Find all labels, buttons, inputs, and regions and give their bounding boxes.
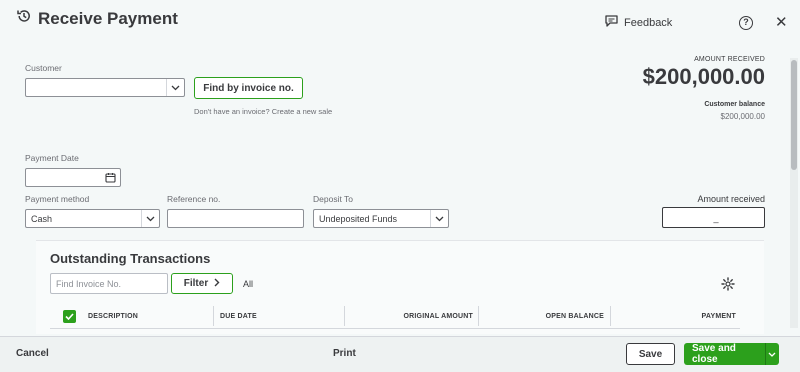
payment-date-label: Payment Date bbox=[25, 153, 79, 163]
chevron-down-icon[interactable] bbox=[430, 210, 448, 227]
column-header-due-date[interactable]: DUE DATE bbox=[220, 313, 257, 320]
amount-received-value: _ bbox=[713, 212, 719, 223]
gear-icon[interactable] bbox=[721, 277, 735, 296]
payment-method-value: Cash bbox=[31, 213, 53, 224]
amount-received-label: Amount received bbox=[697, 194, 765, 204]
customer-label: Customer bbox=[25, 63, 62, 73]
customer-balance-value: $200,000.00 bbox=[720, 112, 766, 121]
create-sale-hint[interactable]: Don't have an invoice? Create a new sale bbox=[194, 107, 332, 116]
scrollbar-thumb[interactable] bbox=[791, 60, 797, 170]
save-and-close-label[interactable]: Save and close bbox=[684, 343, 765, 365]
deposit-to-select[interactable]: Undeposited Funds bbox=[313, 209, 449, 228]
history-icon[interactable] bbox=[16, 8, 32, 29]
payment-date-input[interactable] bbox=[25, 168, 121, 187]
payment-method-select[interactable]: Cash bbox=[25, 209, 160, 228]
save-and-close-button[interactable]: Save and close bbox=[684, 343, 779, 365]
column-header-payment[interactable]: PAYMENT bbox=[620, 313, 736, 320]
invoice-search-input[interactable]: Find Invoice No. bbox=[50, 273, 168, 294]
footer-bar bbox=[0, 336, 800, 372]
chevron-down-icon[interactable] bbox=[141, 210, 159, 227]
find-by-invoice-button[interactable]: Find by invoice no. bbox=[194, 77, 303, 99]
outstanding-transactions-title: Outstanding Transactions bbox=[50, 251, 211, 266]
chevron-right-icon bbox=[214, 278, 220, 290]
column-header-open-balance[interactable]: OPEN BALANCE bbox=[490, 313, 604, 320]
filter-button[interactable]: Filter bbox=[171, 273, 233, 294]
chevron-down-icon[interactable] bbox=[764, 343, 779, 365]
chat-bubble-icon bbox=[605, 15, 618, 30]
page-header: Receive Payment bbox=[16, 8, 178, 29]
page-title: Receive Payment bbox=[38, 8, 178, 28]
column-divider bbox=[344, 306, 345, 326]
chevron-down-icon[interactable] bbox=[166, 79, 184, 96]
amount-received-input[interactable]: _ bbox=[662, 207, 765, 228]
deposit-to-value: Undeposited Funds bbox=[319, 213, 398, 224]
column-divider bbox=[610, 306, 611, 326]
reference-input[interactable] bbox=[167, 209, 304, 228]
payment-method-label: Payment method bbox=[25, 194, 90, 204]
deposit-to-label: Deposit To bbox=[313, 194, 354, 204]
filter-label: Filter bbox=[183, 278, 209, 289]
customer-select[interactable] bbox=[25, 78, 185, 97]
cancel-button[interactable]: Cancel bbox=[16, 348, 49, 359]
column-header-description[interactable]: DESCRIPTION bbox=[88, 313, 138, 320]
column-header-original-amount[interactable]: ORIGINAL AMOUNT bbox=[360, 313, 473, 320]
reference-label: Reference no. bbox=[167, 194, 221, 204]
feedback-label: Feedback bbox=[624, 16, 673, 29]
amount-received-summary-label: AMOUNT RECEIVED bbox=[694, 56, 765, 63]
help-icon[interactable]: ? bbox=[739, 16, 753, 30]
save-button[interactable]: Save bbox=[626, 343, 675, 365]
column-divider bbox=[478, 306, 479, 326]
column-divider bbox=[213, 306, 214, 326]
select-all-checkbox[interactable] bbox=[63, 310, 76, 323]
amount-received-total: $200,000.00 bbox=[642, 64, 765, 89]
customer-balance-label: Customer balance bbox=[704, 101, 765, 108]
print-button[interactable]: Print bbox=[333, 348, 356, 359]
feedback-button[interactable]: Feedback bbox=[605, 15, 672, 30]
calendar-icon[interactable] bbox=[105, 172, 116, 185]
all-filter-label[interactable]: All bbox=[243, 279, 253, 289]
close-icon[interactable]: ✕ bbox=[775, 13, 788, 31]
invoice-search-placeholder: Find Invoice No. bbox=[56, 278, 122, 289]
